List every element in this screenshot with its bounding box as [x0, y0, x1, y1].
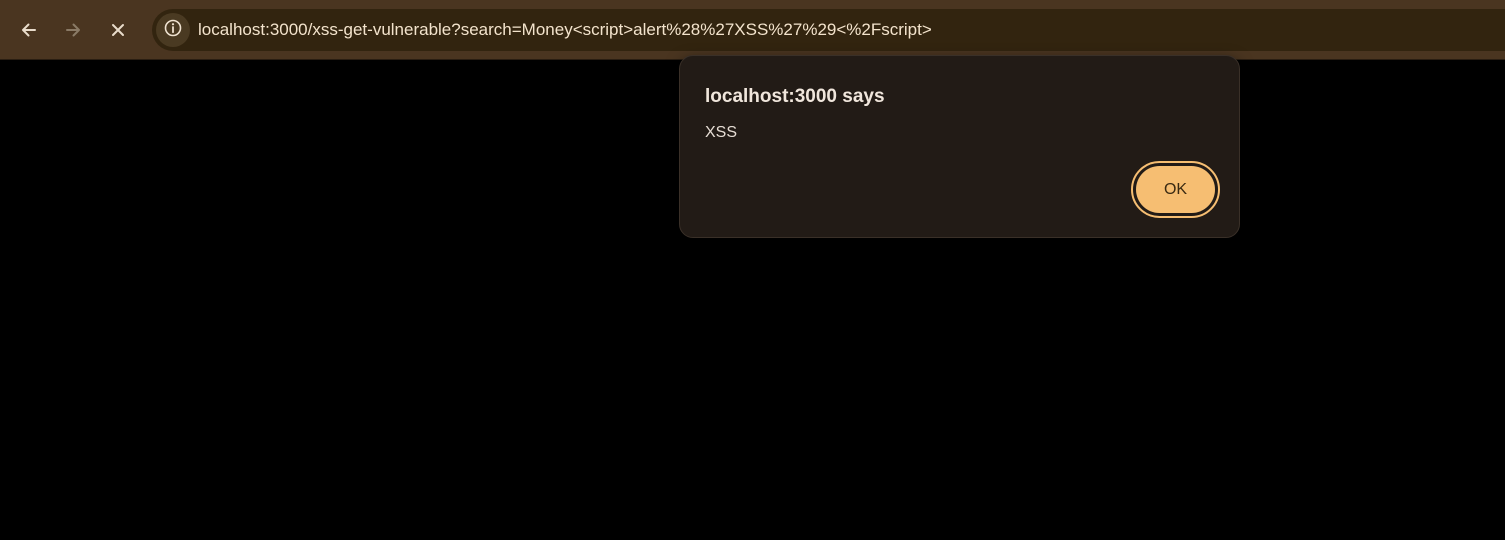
site-info-button[interactable]: [156, 13, 190, 47]
back-button[interactable]: [11, 12, 47, 48]
arrow-left-icon: [19, 20, 39, 40]
forward-button[interactable]: [55, 12, 91, 48]
browser-toolbar: localhost:3000/xss-get-vulnerable?search…: [0, 0, 1505, 60]
url-text[interactable]: localhost:3000/xss-get-vulnerable?search…: [198, 20, 932, 40]
alert-dialog: localhost:3000 says XSS OK: [679, 55, 1240, 238]
close-icon: [108, 20, 128, 40]
ok-button[interactable]: OK: [1136, 166, 1215, 213]
ok-button-focus-ring: OK: [1131, 161, 1220, 218]
address-bar[interactable]: localhost:3000/xss-get-vulnerable?search…: [152, 9, 1505, 51]
arrow-right-icon: [63, 20, 83, 40]
info-icon: [163, 18, 183, 43]
dialog-message: XSS: [705, 124, 738, 141]
dialog-title: localhost:3000 says: [705, 86, 885, 107]
stop-loading-button[interactable]: [100, 12, 136, 48]
